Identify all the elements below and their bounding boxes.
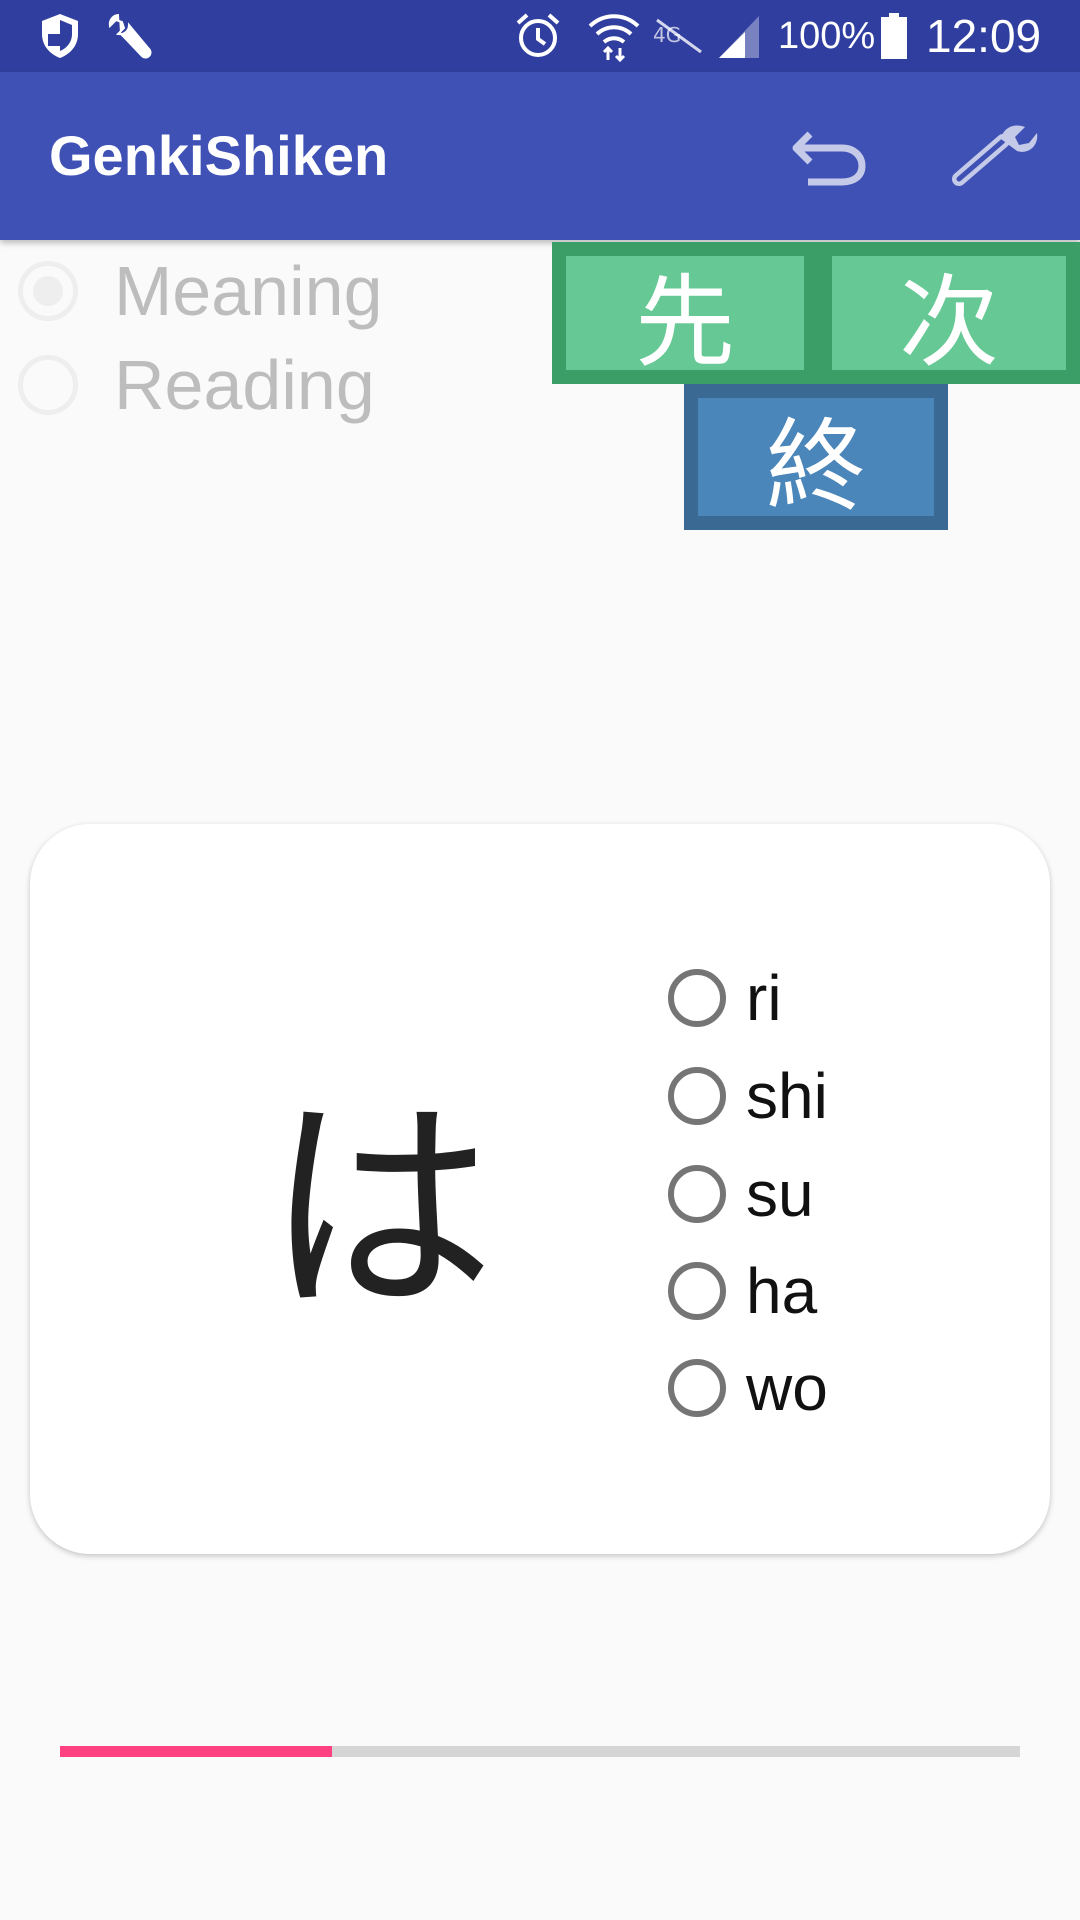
answer-option[interactable]: ri — [668, 958, 782, 1038]
answer-option[interactable]: ha — [668, 1251, 817, 1331]
radio-unchecked — [668, 1262, 726, 1320]
answer-option[interactable]: shi — [668, 1056, 828, 1136]
settings-wrench-icon — [951, 121, 1041, 196]
kana-character: は — [264, 1076, 495, 1344]
mode-reading-radio[interactable]: Reading — [18, 340, 375, 430]
quiz-card: は ri shi su ha wo — [30, 824, 1050, 1554]
signal-icon — [714, 0, 764, 72]
battery-percent: 100% — [778, 15, 876, 57]
answer-option-label: ri — [746, 962, 782, 1034]
data-off-icon: 4G — [650, 0, 708, 72]
status-bar: 4G 100% 12:09 — [0, 0, 1080, 72]
mode-meaning-label: Meaning — [114, 252, 383, 330]
answer-option[interactable]: wo — [668, 1348, 828, 1428]
answer-option-label: su — [746, 1158, 814, 1230]
settings-button[interactable] — [948, 110, 1044, 206]
wrench-icon — [104, 0, 156, 72]
mode-reading-label: Reading — [114, 346, 375, 424]
app-title: GenkiShiken — [49, 124, 389, 187]
end-button[interactable]: 終 — [684, 384, 948, 530]
radio-unchecked — [18, 355, 78, 415]
answer-option-label: shi — [746, 1060, 828, 1132]
answer-option[interactable]: su — [668, 1154, 814, 1234]
clock: 12:09 — [926, 10, 1042, 62]
radio-unchecked — [668, 1067, 726, 1125]
radio-unchecked — [668, 1165, 726, 1223]
answer-option-label: ha — [746, 1255, 818, 1327]
wifi-icon — [584, 0, 644, 72]
app-bar: GenkiShiken — [0, 72, 1080, 240]
previous-button[interactable]: 先 — [552, 242, 818, 384]
next-button[interactable]: 次 — [818, 242, 1080, 384]
progress-bar — [60, 1746, 1020, 1757]
battery-icon — [876, 0, 912, 72]
radio-checked — [18, 261, 78, 321]
mode-meaning-radio[interactable]: Meaning — [18, 246, 383, 336]
shield-icon — [36, 0, 84, 72]
undo-button[interactable] — [782, 110, 878, 206]
undo-icon — [792, 124, 868, 193]
answer-option-label: wo — [746, 1352, 828, 1424]
progress-fill — [60, 1746, 332, 1757]
radio-unchecked — [668, 1359, 726, 1417]
radio-unchecked — [668, 969, 726, 1027]
alarm-icon — [512, 0, 564, 72]
